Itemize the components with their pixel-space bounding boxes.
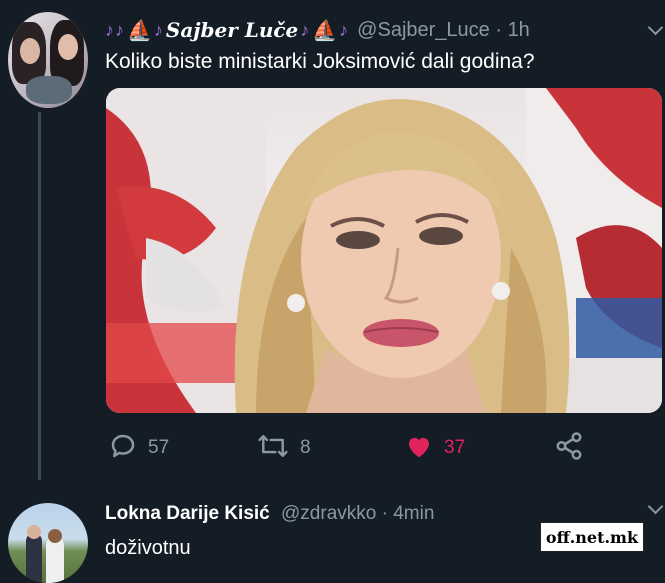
share-button[interactable] xyxy=(554,430,584,466)
tweet-text: Koliko biste ministarki Joksimović dali … xyxy=(105,50,535,73)
music-note-icon: ♪ xyxy=(105,19,114,40)
sailboat-icon: ⛵ xyxy=(312,19,338,42)
tweet-photo[interactable] xyxy=(106,88,662,413)
reply-count: 57 xyxy=(148,437,170,458)
music-note-icon: ♪ xyxy=(339,19,349,40)
reply-header: Lokna Darije Kisić @zdravkko · 4min xyxy=(105,503,434,525)
music-note-icon: ♪ xyxy=(300,19,310,40)
share-nodes-icon xyxy=(554,431,584,466)
author-handle[interactable]: @Sajber_Luce · 1h xyxy=(357,19,530,42)
chevron-down-icon[interactable] xyxy=(647,498,664,515)
music-note-icon: ♪ xyxy=(115,19,124,40)
sailboat-icon: ⛵ xyxy=(127,19,152,42)
chevron-down-icon[interactable] xyxy=(647,19,664,36)
tweet-time[interactable]: 1h xyxy=(508,19,530,41)
retweet-count: 8 xyxy=(300,437,311,458)
reply-time[interactable]: 4min xyxy=(393,503,434,524)
reply-text: doživotnu xyxy=(105,537,191,559)
watermark-logo: off.net.mk xyxy=(540,522,644,552)
thread-connector xyxy=(38,112,41,480)
retweet-button[interactable]: 8 xyxy=(256,430,311,466)
like-button[interactable]: 37 xyxy=(404,430,465,466)
reply-author-display-name[interactable]: Lokna Darije Kisić xyxy=(105,503,270,524)
reply-author-avatar[interactable] xyxy=(8,503,88,583)
music-note-icon: ♪ xyxy=(153,19,163,40)
retweet-arrows-icon xyxy=(256,431,290,466)
reply-button[interactable]: 57 xyxy=(108,430,169,466)
author-avatar[interactable] xyxy=(8,12,88,108)
heart-icon xyxy=(404,431,434,466)
speech-bubble-icon xyxy=(108,431,138,466)
author-display-name[interactable]: Sajber Luče xyxy=(166,18,298,42)
like-count: 37 xyxy=(444,437,466,458)
tweet-header: ♪ ♪ ⛵ ♪ Sajber Luče ♪ ⛵ ♪ @Sajber_Luce ·… xyxy=(105,14,530,46)
tweet[interactable]: ♪ ♪ ⛵ ♪ Sajber Luče ♪ ⛵ ♪ @Sajber_Luce ·… xyxy=(0,0,665,485)
photo-portrait-graphic xyxy=(106,88,662,413)
tweet-actions: 57 8 37 xyxy=(106,430,662,466)
reply-author-handle[interactable]: @zdravkko · 4min xyxy=(281,503,434,524)
